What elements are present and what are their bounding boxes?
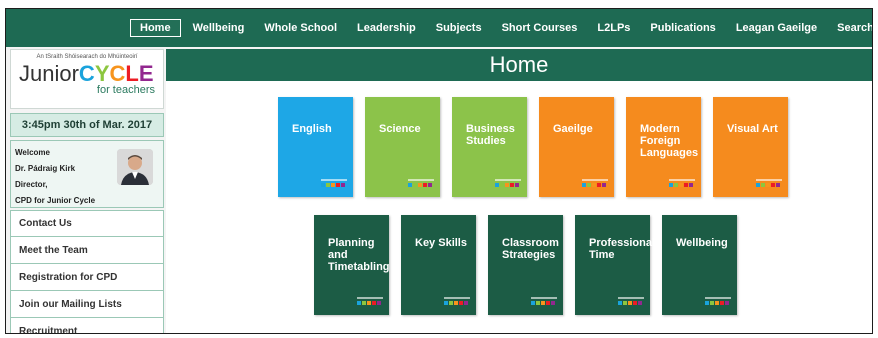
nav-short-courses[interactable]: Short Courses: [494, 19, 586, 37]
nav-publications[interactable]: Publications: [642, 19, 723, 37]
tile-modern-foreign-languages[interactable]: Modern Foreign Languages: [626, 97, 701, 197]
tile-mini-logo: [495, 179, 521, 191]
menu-contact-us[interactable]: Contact Us: [10, 210, 164, 237]
tile-label: Business Studies: [466, 123, 515, 147]
menu-registration-for-cpd[interactable]: Registration for CPD: [10, 264, 164, 291]
tile-row-subjects: English Science Business Studies Gaeilge…: [278, 97, 788, 197]
tile-label: Planning and Timetabling: [328, 237, 390, 273]
logo-letter: L: [125, 61, 139, 86]
nav-home[interactable]: Home: [130, 19, 181, 37]
nav-search[interactable]: Search: [829, 19, 873, 37]
logo-letter: Y: [94, 61, 110, 86]
tile-classroom-strategies[interactable]: Classroom Strategies: [488, 215, 563, 315]
logo-wordmark: JuniorCYCLE: [19, 62, 155, 86]
logo-cycle: CYCLE: [79, 61, 154, 86]
tile-mini-logo: [444, 297, 470, 309]
logo-letter: C: [78, 61, 95, 86]
tile-mini-logo: [321, 179, 347, 191]
tile-planning-and-timetabling[interactable]: Planning and Timetabling: [314, 215, 390, 315]
nav-subjects[interactable]: Subjects: [428, 19, 490, 37]
logo-irish-text: An tSraith Shóisearach do Mhúinteoirí: [36, 54, 138, 60]
tile-label: Science: [379, 123, 421, 135]
main-content: Home English Science Business Studies Ga…: [166, 49, 872, 333]
date-time-display: 3:45pm 30th of Mar. 2017: [10, 113, 164, 137]
tile-mini-logo: [618, 297, 644, 309]
browser-frame: Home Wellbeing Whole School Leadership S…: [5, 8, 873, 334]
avatar: [117, 149, 153, 185]
tile-label: Wellbeing: [676, 237, 728, 249]
tile-science[interactable]: Science: [365, 97, 440, 197]
tile-english[interactable]: English: [278, 97, 353, 197]
sidebar-menu: Contact Us Meet the Team Registration fo…: [10, 210, 164, 333]
menu-join-mailing-lists[interactable]: Join our Mailing Lists: [10, 291, 164, 318]
nav-search-label: Search: [837, 22, 873, 34]
tile-business-studies[interactable]: Business Studies: [452, 97, 527, 197]
tile-label: Key Skills: [415, 237, 467, 249]
tile-professional-time[interactable]: Professional Time: [575, 215, 655, 315]
nav-leagan-gaeilge[interactable]: Leagan Gaeilge: [728, 19, 825, 37]
tile-mini-logo: [582, 179, 608, 191]
logo-letter: E: [138, 61, 154, 86]
welcome-panel: Welcome Dr. Pádraig Kirk Director, CPD f…: [10, 140, 164, 208]
tile-label: Professional Time: [589, 237, 656, 261]
tile-key-skills[interactable]: Key Skills: [401, 215, 476, 315]
nav-leadership[interactable]: Leadership: [349, 19, 424, 37]
menu-meet-the-team[interactable]: Meet the Team: [10, 237, 164, 264]
logo-letter: C: [109, 61, 126, 86]
tile-mini-logo: [357, 297, 383, 309]
logo-junior: Junior: [19, 61, 79, 86]
sidebar: An tSraith Shóisearach do Mhúinteoirí Ju…: [10, 49, 164, 333]
tile-gaeilge[interactable]: Gaeilge: [539, 97, 614, 197]
nav-l2lps[interactable]: L2LPs: [589, 19, 638, 37]
tile-wellbeing[interactable]: Wellbeing: [662, 215, 737, 315]
menu-recruitment[interactable]: Recruitment: [10, 318, 164, 333]
top-navigation: Home Wellbeing Whole School Leadership S…: [6, 9, 872, 47]
nav-whole-school[interactable]: Whole School: [256, 19, 345, 37]
tile-label: Gaeilge: [553, 123, 593, 135]
junior-cycle-logo[interactable]: An tSraith Shóisearach do Mhúinteoirí Ju…: [10, 49, 164, 109]
tile-label: Visual Art: [727, 123, 778, 135]
tile-label: Modern Foreign Languages: [640, 123, 699, 159]
tile-mini-logo: [669, 179, 695, 191]
tile-mini-logo: [408, 179, 434, 191]
tile-visual-art[interactable]: Visual Art: [713, 97, 788, 197]
nav-wellbeing[interactable]: Wellbeing: [185, 19, 253, 37]
tile-label: Classroom Strategies: [502, 237, 559, 261]
tile-mini-logo: [531, 297, 557, 309]
tile-row-topics: Planning and Timetabling Key Skills Clas…: [314, 215, 737, 315]
tile-mini-logo: [705, 297, 731, 309]
page-title: Home: [166, 49, 872, 81]
tile-mini-logo: [756, 179, 782, 191]
tile-label: English: [292, 123, 332, 135]
welcome-org: CPD for Junior Cycle: [15, 196, 96, 205]
